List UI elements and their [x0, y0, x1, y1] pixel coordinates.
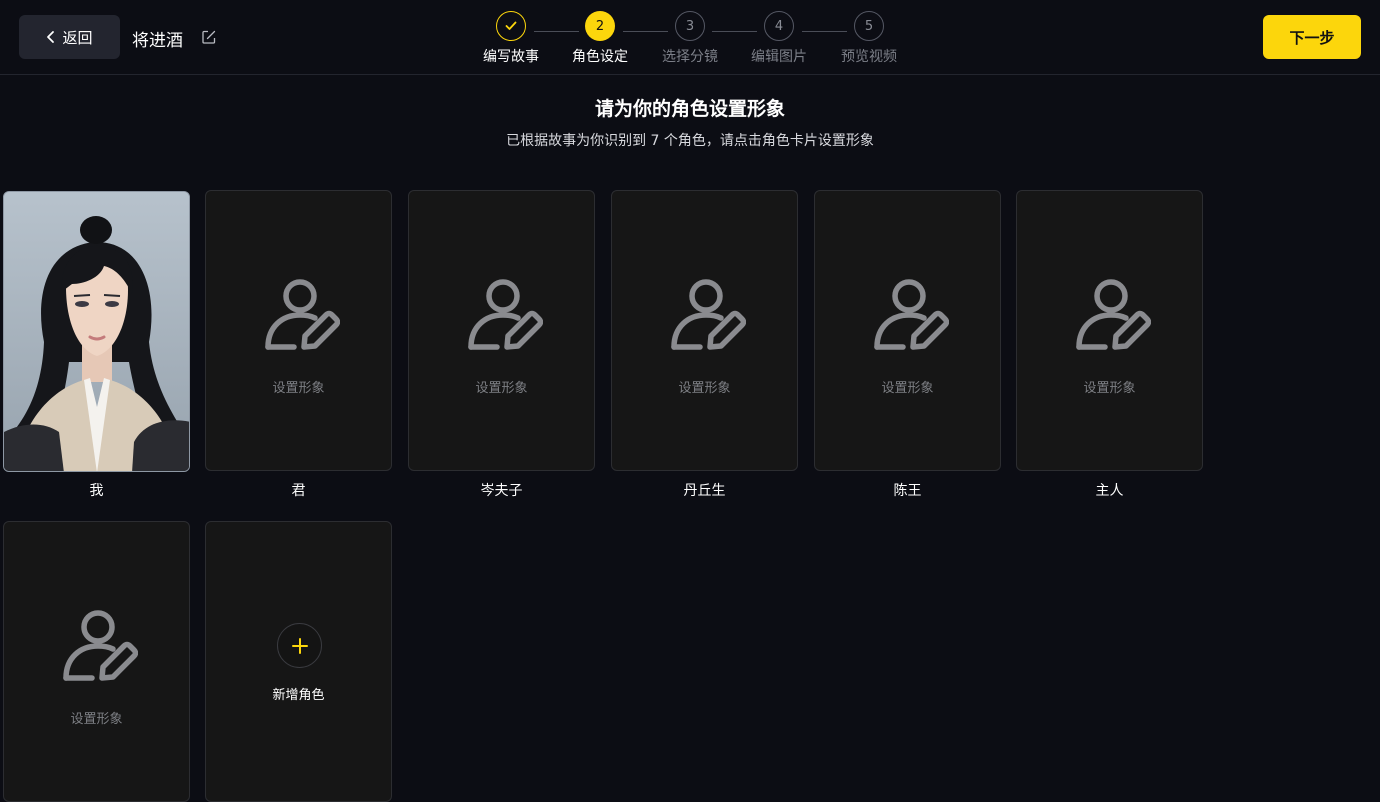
add-button[interactable] [277, 623, 322, 668]
set-image-label: 设置形象 [272, 381, 325, 396]
project-title: 将进酒 [132, 31, 183, 51]
add-character-label: 新增角色 [272, 688, 325, 703]
next-step-button[interactable]: 下一步 [1263, 15, 1361, 59]
step-character-setup[interactable]: 2 角色设定 [560, 11, 640, 66]
user-edit-icon [264, 275, 340, 351]
step-preview-video[interactable]: 5 预览视频 [829, 11, 909, 66]
step-label: 编写故事 [483, 49, 539, 65]
add-character-card[interactable]: 新增角色 [205, 521, 392, 802]
character-card-wo[interactable] [3, 191, 190, 472]
step-circle: 4 [764, 11, 794, 41]
step-label: 编辑图片 [751, 49, 807, 65]
step-circle: 5 [854, 11, 884, 41]
set-image-label: 设置形象 [1083, 381, 1136, 396]
step-circle: 3 [675, 11, 705, 41]
user-edit-icon [1075, 275, 1151, 351]
set-image-label: 设置形象 [678, 381, 731, 396]
character-name: 主人 [1095, 483, 1124, 499]
character-name: 岑夫子 [480, 483, 523, 499]
chevron-left-icon [47, 31, 55, 43]
character-portrait [4, 192, 189, 471]
set-image-label: 设置形象 [70, 712, 123, 727]
character-card-7[interactable]: 设置形象 [3, 521, 190, 802]
character-name: 陈王 [893, 483, 922, 499]
character-card-zhuren[interactable]: 设置形象 [1016, 190, 1203, 471]
back-button[interactable]: 返回 [19, 15, 120, 59]
user-edit-icon [873, 275, 949, 351]
character-name: 君 [291, 483, 306, 499]
step-write-story[interactable]: 编写故事 [471, 11, 551, 66]
edit-icon[interactable] [202, 30, 216, 44]
top-bar: 返回 将进酒 编写故事 2 角色设定 3 选择分镜 4 编辑图片 5 预览视频 … [0, 0, 1380, 75]
check-icon [505, 21, 517, 30]
page-subheading: 已根据故事为你识别到 7 个角色，请点击角色卡片设置形象 [506, 133, 874, 149]
step-circle: 2 [585, 11, 615, 41]
step-label: 角色设定 [572, 49, 628, 65]
character-name: 我 [89, 483, 104, 499]
character-name: 丹丘生 [683, 483, 726, 499]
step-edit-images[interactable]: 4 编辑图片 [739, 11, 819, 66]
character-card-danqiusheng[interactable]: 设置形象 [611, 190, 798, 471]
character-card-chenwang[interactable]: 设置形象 [814, 190, 1001, 471]
character-card-cenfuzi[interactable]: 设置形象 [408, 190, 595, 471]
step-label: 选择分镜 [662, 49, 718, 65]
set-image-label: 设置形象 [475, 381, 528, 396]
character-card-jun[interactable]: 设置形象 [205, 190, 392, 471]
user-edit-icon [62, 606, 138, 682]
page-heading: 请为你的角色设置形象 [594, 98, 785, 120]
user-edit-icon [467, 275, 543, 351]
step-choose-storyboard[interactable]: 3 选择分镜 [650, 11, 730, 66]
set-image-label: 设置形象 [881, 381, 934, 396]
step-label: 预览视频 [841, 49, 897, 65]
plus-icon [291, 637, 308, 654]
user-edit-icon [670, 275, 746, 351]
back-label: 返回 [62, 28, 93, 47]
step-circle [496, 11, 526, 41]
